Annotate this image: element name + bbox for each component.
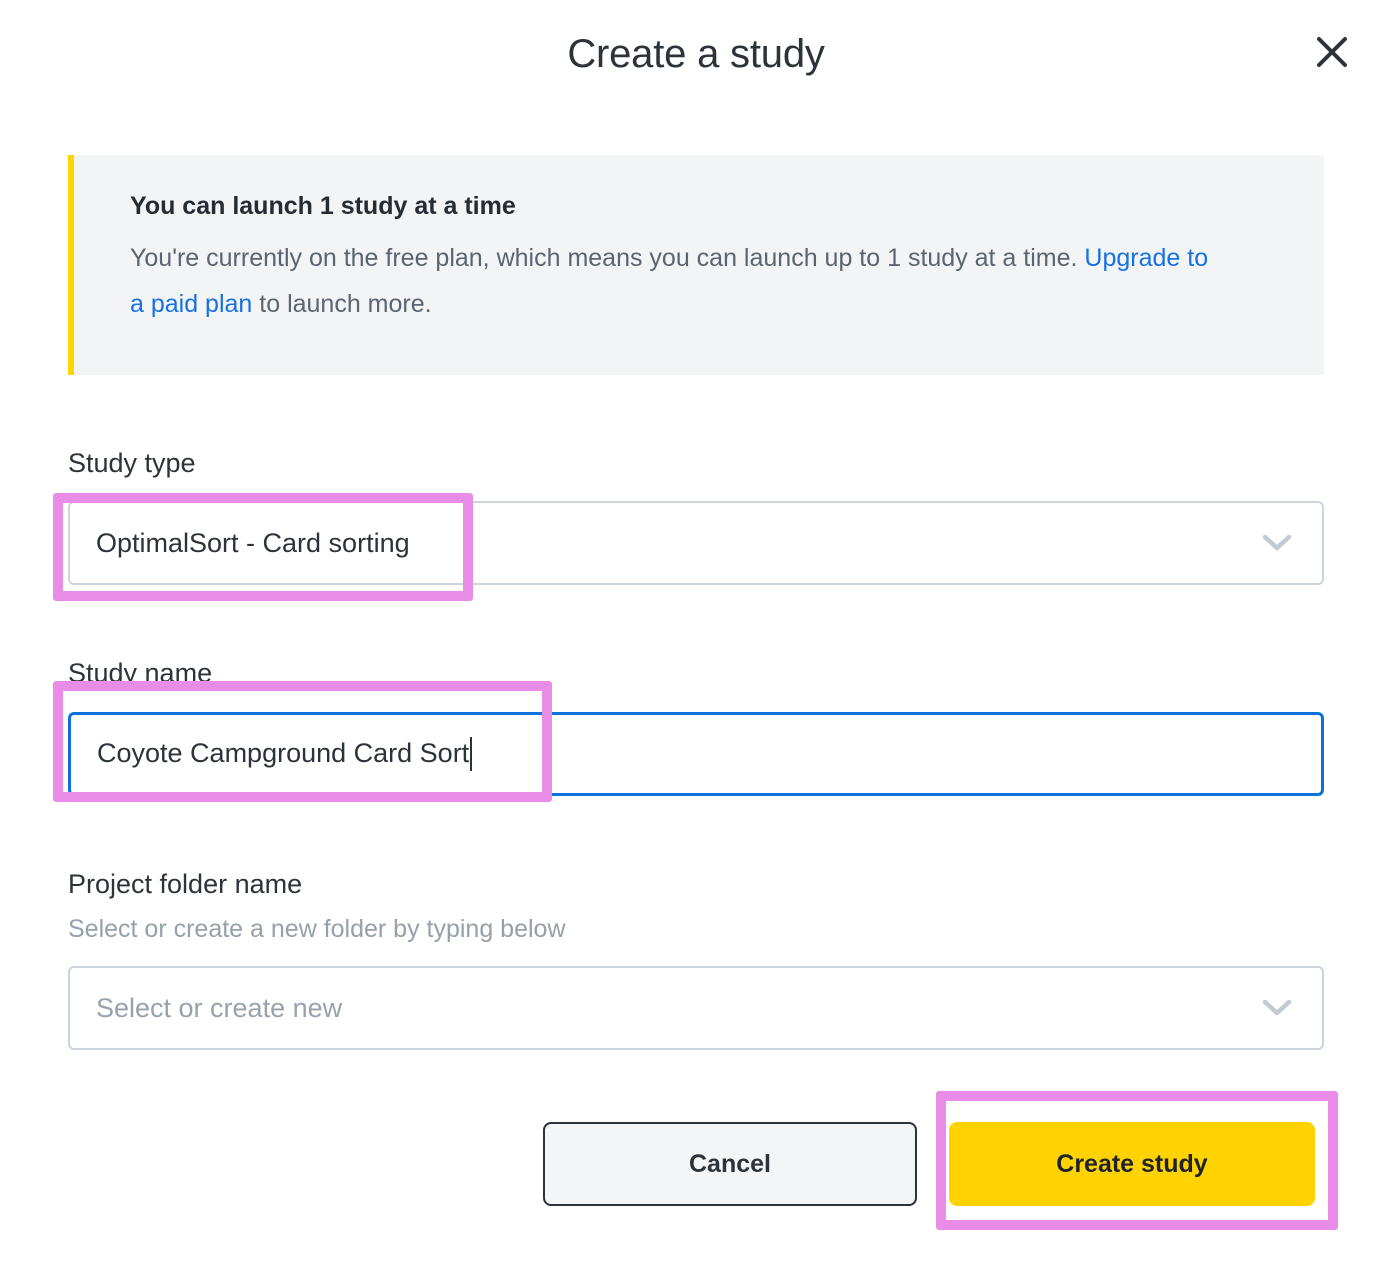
banner-body-after: to launch more.	[252, 290, 432, 319]
study-name-input[interactable]: Coyote Campground Card Sort	[68, 711, 1324, 796]
study-name-label: Study name	[68, 658, 213, 689]
chevron-down-icon	[1262, 534, 1292, 552]
project-folder-placeholder: Select or create new	[96, 992, 343, 1023]
project-folder-label: Project folder name	[68, 868, 303, 899]
modal-content: You can launch 1 study at a time You're …	[68, 155, 1324, 1207]
banner-title: You can launch 1 study at a time	[130, 192, 516, 220]
chevron-down-icon	[1262, 999, 1292, 1017]
plan-limit-banner: You can launch 1 study at a time You're …	[68, 155, 1324, 375]
study-type-select[interactable]: OptimalSort - Card sorting	[68, 501, 1324, 586]
close-icon	[1315, 35, 1349, 69]
banner-body: You're currently on the free plan, which…	[130, 235, 1220, 328]
modal-footer: Cancel Create study	[68, 1122, 1324, 1207]
project-folder-select[interactable]: Select or create new	[68, 966, 1324, 1051]
page-title: Create a study	[567, 32, 825, 76]
close-button[interactable]	[1308, 28, 1356, 76]
text-cursor	[470, 736, 473, 771]
cancel-button[interactable]: Cancel	[543, 1122, 917, 1207]
study-type-label: Study type	[68, 448, 196, 478]
study-name-value: Coyote Campground Card Sort	[97, 738, 470, 769]
study-type-value: OptimalSort - Card sorting	[96, 527, 410, 558]
create-study-button[interactable]: Create study	[949, 1122, 1315, 1207]
modal-header: Create a study	[0, 0, 1392, 118]
project-folder-help: Select or create a new folder by typing …	[68, 915, 566, 944]
banner-body-before: You're currently on the free plan, which…	[130, 244, 1085, 272]
